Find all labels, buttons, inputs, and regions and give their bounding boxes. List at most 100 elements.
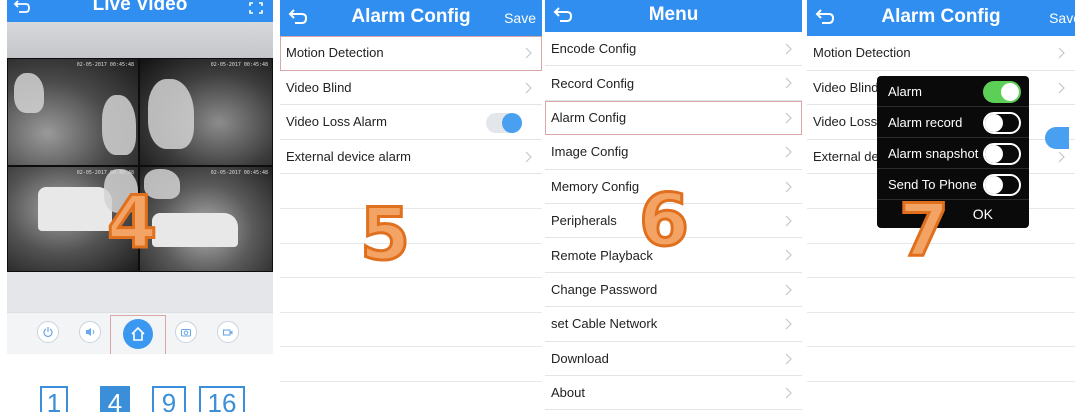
car-shape [152,213,238,247]
home-icon [131,326,145,341]
menu-item-download[interactable]: Download [545,341,802,376]
chevron-right-icon [525,82,532,94]
page-title: Alarm Config [881,6,1001,27]
switch-knob [985,145,1003,163]
chevron-right-icon [785,284,792,296]
step-number: 6 [637,178,690,262]
menu-screen: Menu Encode Config Record Config Alarm Con… [545,0,802,412]
alarm-switch[interactable] [983,81,1021,103]
empty-row [807,347,1075,382]
save-button[interactable]: Save [504,10,536,26]
control-bar [7,312,273,359]
list-item-label: Video Blind [286,79,352,95]
camera-timestamp: 02-05-2017 00:45:48 [210,170,268,176]
list-item-label: Video Blind [813,79,879,95]
menu-item-change-password[interactable]: Change Password [545,272,802,308]
alarm-record-switch[interactable] [983,112,1021,134]
menu-item-label: Change Password [551,281,658,297]
layout-4-button[interactable]: 4 [100,386,130,412]
foliage [14,73,44,113]
save-button[interactable]: Save [1049,10,1075,26]
empty-row [280,244,542,279]
send-to-phone-switch[interactable] [983,174,1021,196]
menu-item-label: Encode Config [551,41,637,57]
menu-item-about[interactable]: About [545,375,802,411]
switch-knob [985,114,1003,132]
menu-item-encode-config[interactable]: Encode Config [545,32,802,67]
chevron-right-icon [785,43,792,55]
alarm-config-navbar: Alarm Config Save [807,0,1075,36]
alarm-config-navbar: Alarm Config Save [280,0,542,36]
chevron-right-icon [785,146,792,158]
chevron-right-icon [525,47,532,59]
list-item-label: Video Loss [813,114,878,130]
switch-knob [985,176,1003,194]
car-shape [38,187,112,231]
snapshot-icon [180,328,192,337]
empty-row [280,174,542,209]
camera-view-1[interactable]: 02-05-2017 00:45:48 [8,59,138,165]
menu-item-image-config[interactable]: Image Config [545,135,802,170]
step-number: 7 [897,188,950,272]
menu-item-alarm-config[interactable]: Alarm Config [545,100,802,136]
menu-item-label: Download [551,350,609,366]
list-item-motion-detection[interactable]: Motion Detection [807,36,1075,71]
menu-item-label: Memory Config [551,178,640,194]
fullscreen-icon[interactable] [249,2,263,14]
audio-button[interactable] [79,321,101,343]
video-loss-toggle[interactable] [1045,127,1069,149]
live-video-navbar: Live Video [7,0,273,22]
page-title: Live Video [92,0,188,15]
chevron-right-icon [525,151,532,163]
menu-item-label: Image Config [551,144,629,160]
option-label: Alarm snapshot [888,146,979,161]
chevron-right-icon [785,249,792,261]
empty-row [280,209,542,244]
camera-view-4[interactable]: 02-05-2017 00:45:48 [140,167,272,271]
empty-row [280,347,542,382]
list-item-label: External device alarm [286,149,411,165]
list-item-label: Video Loss Alarm [286,114,387,130]
empty-row [280,313,542,348]
list-item-motion-detection[interactable]: Motion Detection [280,36,542,71]
layout-selector: 1 4 9 16 [7,354,273,412]
chevron-right-icon [785,112,792,124]
option-label: Alarm record [888,115,963,130]
list-item-external-device-alarm[interactable]: External device alarm [280,139,542,175]
menu-item-label: set Cable Network [551,316,658,332]
list-item-label: Motion Detection [286,45,384,61]
alarm-snapshot-switch[interactable] [983,143,1021,165]
popup-option-alarm: Alarm [877,76,1029,107]
switch-knob [1001,83,1019,101]
menu-item-record-config[interactable]: Record Config [545,66,802,101]
alarm-config-screen: Alarm Config Save Motion Detection Video… [280,0,542,412]
alarm-config-popup-screen: Alarm Config Save Motion Detection Video… [807,0,1075,412]
step-number: 4 [105,180,158,264]
layout-9-button[interactable]: 9 [152,386,186,412]
record-button[interactable] [217,321,239,343]
empty-row [280,278,542,313]
list-item-label: External de [813,149,879,165]
camera-view-2[interactable]: 02-05-2017 00:45:48 [140,59,272,165]
snapshot-button[interactable] [175,321,197,343]
chevron-right-icon [1058,151,1065,163]
power-icon [43,327,53,337]
menu-item-label: About [551,385,585,401]
chevron-right-icon [1058,47,1065,59]
layout-1-button[interactable]: 1 [40,386,68,412]
home-button[interactable] [123,319,153,349]
page-title: Alarm Config [351,6,471,27]
layout-16-button[interactable]: 16 [199,386,245,412]
list-item-video-blind[interactable]: Video Blind [280,70,542,106]
popup-option-alarm-record: Alarm record [877,107,1029,138]
chevron-right-icon [1058,82,1065,94]
power-button[interactable] [37,321,59,343]
menu-item-label: Record Config [551,75,635,91]
foliage [102,95,136,155]
chevron-right-icon [785,353,792,364]
camera-timestamp: 02-05-2017 00:45:48 [210,62,268,68]
chevron-right-icon [785,318,792,330]
video-loss-toggle[interactable] [486,113,522,134]
live-video-screen: Live Video 02-05-2017 00:45:48 02-05-201… [7,0,273,412]
menu-item-set-cable-network[interactable]: set Cable Network [545,307,802,342]
